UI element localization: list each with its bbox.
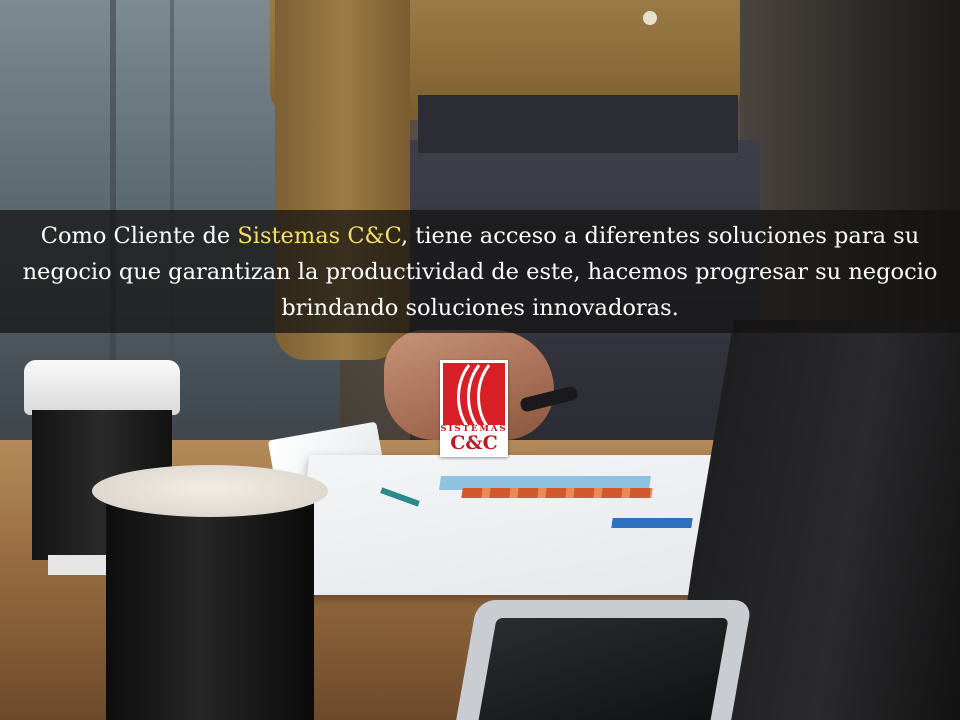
photo-scene: Como Cliente de Sistemas C&C, tiene acce… (0, 0, 960, 720)
caption-text: Como Cliente de Sistemas C&C, tiene acce… (10, 218, 950, 326)
brand-name: Sistemas C&C (237, 222, 401, 249)
cup-body (106, 491, 314, 720)
smartphone-screen (475, 618, 729, 720)
coffee-cup-front (92, 465, 328, 720)
paper-chart-bar (611, 518, 693, 528)
sistemas-cc-logo: SISTEMAS C&C (440, 360, 508, 457)
paper-chart-bar (461, 488, 653, 498)
person-belt (418, 95, 738, 153)
logo-text-bottom: C&C (450, 432, 498, 454)
cup-rim (92, 465, 328, 517)
shirt-button (643, 11, 657, 25)
caption-banner: Como Cliente de Sistemas C&C, tiene acce… (0, 210, 960, 333)
three-curves-logo-icon (443, 363, 505, 425)
caption-part-1: Como Cliente de (40, 222, 238, 249)
cup-lid (24, 360, 180, 415)
